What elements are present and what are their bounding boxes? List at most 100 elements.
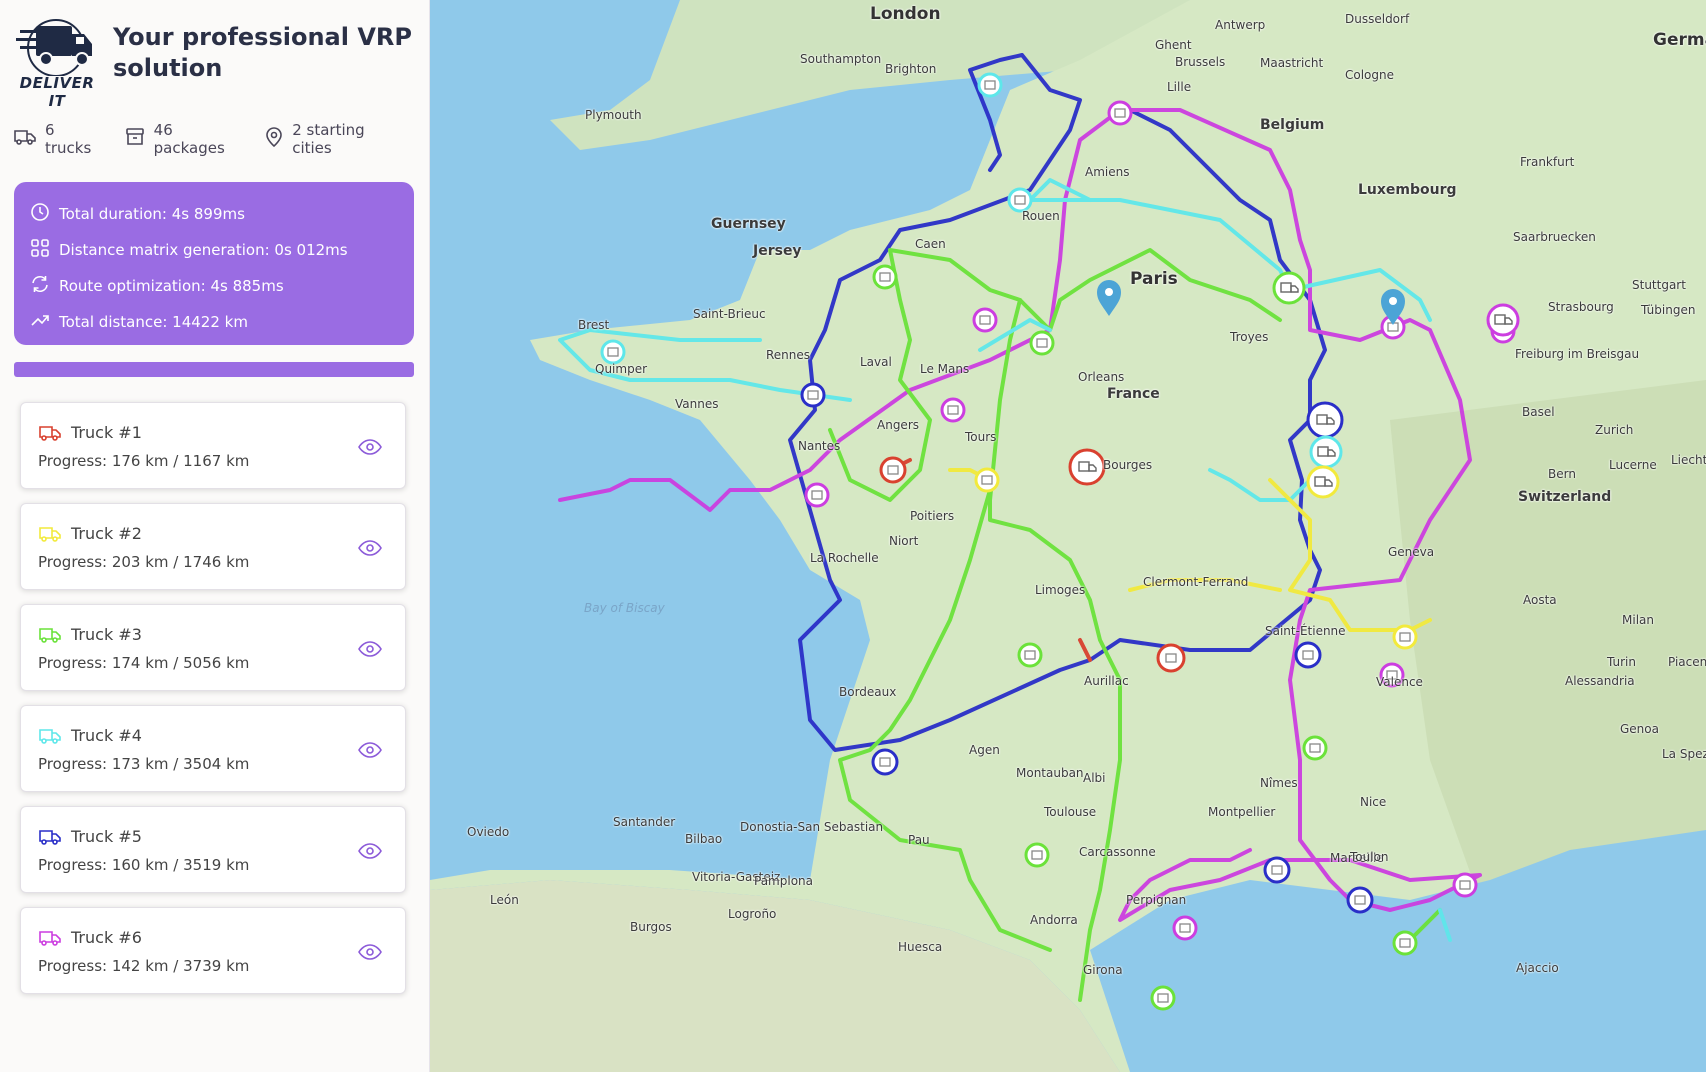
- map-place-label: Vannes: [675, 397, 719, 411]
- map-place-label: Luxembourg: [1358, 182, 1457, 198]
- metrics-panel: Total duration: 4s 899ms Distance matrix…: [14, 182, 414, 345]
- truck-icon: [39, 929, 61, 951]
- eye-icon[interactable]: [357, 838, 383, 864]
- eye-icon[interactable]: [357, 434, 383, 460]
- package-marker: [1017, 642, 1043, 668]
- map-place-label: Amiens: [1085, 165, 1130, 179]
- map-place-label: Brest: [578, 318, 610, 332]
- map-place-label: Stuttgart: [1632, 278, 1686, 292]
- map-place-label: Nîmes: [1260, 776, 1298, 790]
- truck-progress: Progress: 203 km / 1746 km: [38, 553, 250, 571]
- trucks-count-label: 6 trucks: [45, 121, 92, 157]
- truck-progress: Progress: 142 km / 3739 km: [38, 957, 250, 975]
- map-place-label: Ajaccio: [1516, 961, 1559, 975]
- map-canvas: [430, 0, 1706, 1072]
- truck-icon: [39, 828, 61, 850]
- grid-icon: [30, 238, 59, 262]
- map-place-label: France: [1107, 386, 1160, 402]
- map-place-label: Maastricht: [1260, 56, 1324, 70]
- truck-name: Truck #3: [71, 625, 142, 644]
- map-place-label: Plymouth: [585, 108, 642, 122]
- map-place-label: Troyes: [1230, 330, 1269, 344]
- truck-name: Truck #5: [71, 827, 142, 846]
- package-marker: [977, 72, 1003, 98]
- map-place-label: Liechtenstein: [1671, 453, 1706, 467]
- truck-icon: [39, 424, 61, 446]
- truck-marker: [1068, 448, 1106, 486]
- truck-icon: [39, 525, 61, 547]
- truck-progress: Progress: 160 km / 3519 km: [38, 856, 250, 874]
- package-marker: [1029, 330, 1055, 356]
- truck-card-1[interactable]: Truck #1 Progress: 176 km / 1167 km: [20, 402, 406, 489]
- map-place-label: Geneva: [1388, 545, 1435, 559]
- truck-card-3[interactable]: Truck #3 Progress: 174 km / 5056 km: [20, 604, 406, 691]
- map-place-label: La Spezi: [1662, 747, 1706, 761]
- map-place-label: Nantes: [798, 439, 841, 453]
- map-place-label: Strasbourg: [1548, 300, 1614, 314]
- package-marker: [800, 382, 826, 408]
- truck-progress: Progress: 173 km / 3504 km: [38, 755, 250, 773]
- map-place-label: Burgos: [630, 920, 672, 934]
- metric-label: Distance matrix generation: 0s 012ms: [59, 241, 348, 259]
- route-map[interactable]: London Southampton Brighton Plymouth Antwerp…: [430, 0, 1706, 1072]
- map-place-label: Germa: [1653, 30, 1706, 50]
- map-place-label: Montpellier: [1208, 805, 1276, 819]
- truck-icon: [39, 626, 61, 648]
- map-place-label: Valence: [1376, 675, 1423, 689]
- map-place-label: Lucerne: [1609, 458, 1657, 472]
- map-place-label: Piacenza: [1668, 655, 1706, 669]
- eye-icon[interactable]: [357, 535, 383, 561]
- map-place-label: Bay of Biscay: [584, 601, 665, 615]
- truck-icon: [14, 128, 45, 150]
- map-place-label: León: [490, 893, 519, 907]
- package-marker: [974, 467, 1000, 493]
- truck-marker: [1309, 435, 1343, 469]
- map-place-label: Laval: [860, 355, 892, 369]
- package-marker: [1156, 643, 1186, 673]
- map-place-label: La Rochelle: [810, 551, 879, 565]
- package-marker: [1007, 187, 1033, 213]
- truck-card-5[interactable]: Truck #5 Progress: 160 km / 3519 km: [20, 806, 406, 893]
- truck-card-4[interactable]: Truck #4 Progress: 173 km / 3504 km: [20, 705, 406, 792]
- map-place-label: Zurich: [1595, 423, 1634, 437]
- trending-up-icon: [30, 310, 59, 334]
- truck-name: Truck #4: [71, 726, 142, 745]
- map-place-label: Toulouse: [1044, 805, 1097, 819]
- truck-progress: Progress: 176 km / 1167 km: [38, 452, 250, 470]
- map-place-label: Rennes: [766, 348, 811, 362]
- map-place-label: Huesca: [898, 940, 943, 954]
- truck-marker: [1272, 271, 1306, 305]
- clock-icon: [30, 202, 59, 226]
- map-place-label: Turin: [1607, 655, 1636, 669]
- map-place-label: Orleans: [1078, 370, 1125, 384]
- truck-card-2[interactable]: Truck #2 Progress: 203 km / 1746 km: [20, 503, 406, 590]
- package-marker: [872, 264, 898, 290]
- map-place-label: Logroño: [728, 907, 777, 921]
- map-place-label: Bern: [1548, 467, 1576, 481]
- package-marker: [1452, 872, 1478, 898]
- eye-icon[interactable]: [357, 939, 383, 965]
- map-place-label: Montauban: [1016, 766, 1084, 780]
- package-icon: [125, 127, 154, 151]
- map-place-label: Le Mans: [920, 362, 970, 376]
- map-place-label: Toulon: [1350, 850, 1389, 864]
- map-place-label: Frankfurt: [1520, 155, 1575, 169]
- map-place-label: Angers: [877, 418, 919, 432]
- truck-name: Truck #1: [71, 423, 142, 442]
- map-place-label: Jersey: [753, 243, 802, 259]
- refresh-icon: [30, 274, 59, 298]
- map-place-label: Alessandria: [1565, 674, 1635, 688]
- map-place-label: Genoa: [1620, 722, 1659, 736]
- truck-card-6[interactable]: Truck #6 Progress: 142 km / 3739 km: [20, 907, 406, 994]
- map-place-label: Basel: [1522, 405, 1555, 419]
- package-marker: [1263, 856, 1291, 884]
- app-tagline: Your professional VRP solution: [113, 23, 412, 82]
- packages-count-label: 46 packages: [153, 121, 225, 157]
- package-marker: [1302, 735, 1328, 761]
- eye-icon[interactable]: [357, 636, 383, 662]
- map-place-label: Antwerp: [1215, 18, 1266, 32]
- truck-icon: [39, 727, 61, 749]
- eye-icon[interactable]: [357, 737, 383, 763]
- map-place-label: Lille: [1167, 80, 1192, 94]
- package-marker: [1346, 886, 1374, 914]
